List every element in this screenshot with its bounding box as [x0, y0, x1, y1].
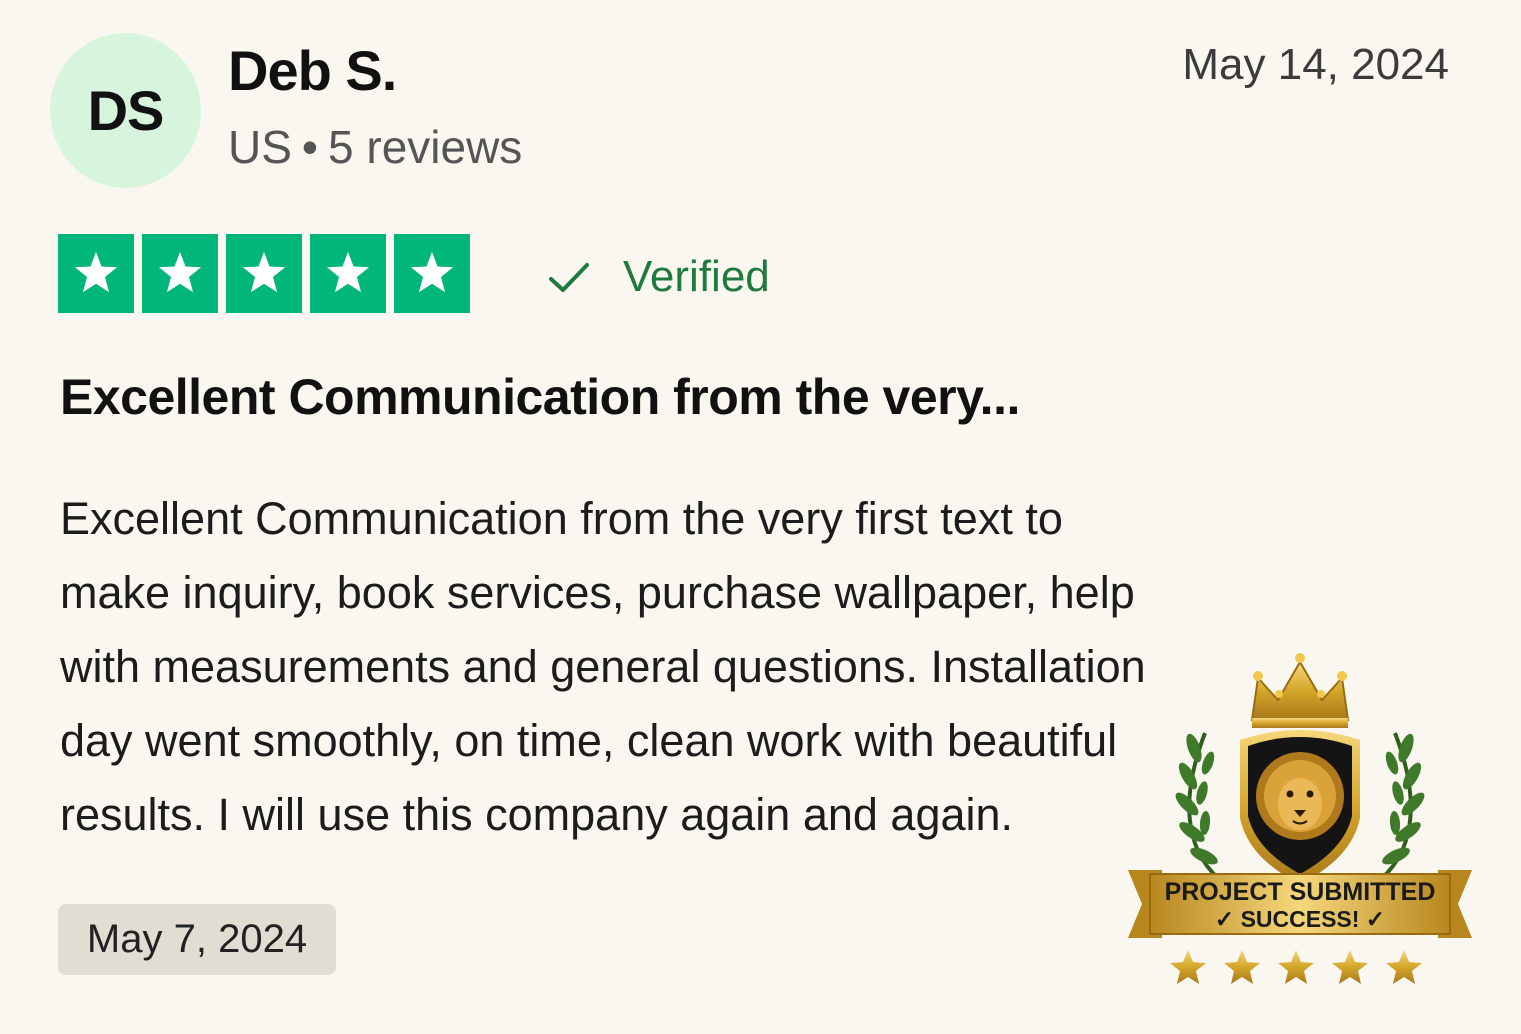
star-icon: [58, 234, 134, 313]
star-icon: [226, 234, 302, 313]
project-success-badge: PROJECT SUBMITTED ✓ SUCCESS! ✓: [1128, 653, 1472, 984]
reviewer-country: US: [228, 121, 292, 173]
verified-label: Verified: [623, 252, 770, 301]
star-icon: [142, 234, 218, 313]
lion-icon: [1256, 752, 1344, 840]
star-icon: [1224, 950, 1260, 984]
review-title[interactable]: Excellent Communication from the very...: [60, 368, 1020, 426]
laurel-right-icon: [1380, 732, 1425, 880]
review-date: May 14, 2024: [1182, 40, 1449, 89]
laurel-left-icon: [1175, 732, 1220, 880]
checkmark-icon: [549, 263, 589, 292]
badge-stars: [1170, 950, 1422, 984]
reviewer-meta: US • 5 reviews: [228, 120, 522, 174]
badge-line1: PROJECT SUBMITTED: [1165, 878, 1436, 906]
experience-date-badge: May 7, 2024: [58, 904, 336, 975]
star-icon: [1332, 950, 1368, 984]
ribbon: PROJECT SUBMITTED ✓ SUCCESS! ✓: [1128, 870, 1472, 938]
reviewer-review-count[interactable]: 5 reviews: [328, 121, 522, 173]
avatar-initials: DS: [87, 79, 165, 142]
experience-date: May 7, 2024: [86, 917, 308, 961]
badge-line2: ✓ SUCCESS! ✓: [1215, 906, 1385, 932]
review-body: Excellent Communication from the very fi…: [60, 493, 1146, 840]
star-icon: [1386, 950, 1422, 984]
reviewer-name[interactable]: Deb S.: [228, 38, 397, 103]
separator-dot: •: [301, 121, 319, 173]
verified-indicator[interactable]: Verified: [545, 252, 770, 302]
star-icon: [1170, 950, 1206, 984]
review-card: DS Deb S. US • 5 reviews May 14, 2024 Veri…: [0, 0, 1521, 1034]
star-icon: [1278, 950, 1314, 984]
crown-icon: [1250, 653, 1350, 728]
star-icon: [310, 234, 386, 313]
avatar[interactable]: DS: [50, 33, 201, 188]
star-rating: [58, 234, 470, 313]
star-icon: [394, 234, 470, 313]
